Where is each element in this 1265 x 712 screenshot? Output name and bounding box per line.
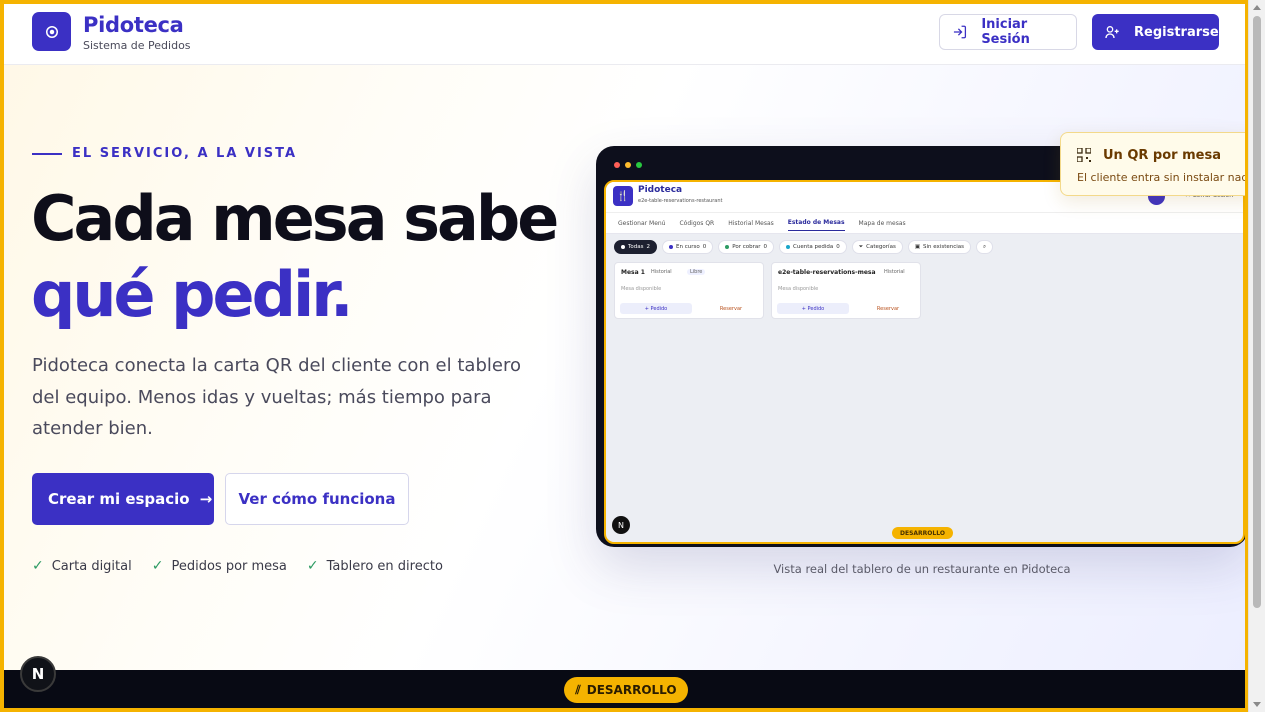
table-card-status: Mesa disponible: [621, 286, 662, 292]
next-dev-badge[interactable]: N: [20, 656, 56, 692]
filter-chip: En curso 0: [662, 240, 714, 254]
feature-list: ✓ Carta digital ✓ Pedidos por mesa ✓ Tabler…: [32, 558, 443, 574]
preview-tab: Historial Mesas: [728, 219, 774, 227]
feature-label: Tablero en directo: [326, 558, 443, 574]
filter-icon: ⏷: [858, 243, 864, 250]
table-card-status: Mesa disponible: [778, 286, 819, 292]
table-card-order: + Pedido: [620, 303, 692, 314]
preview-screen: 🍴 Pidoteca e2e-table-reservations-restau…: [604, 180, 1245, 544]
status-badge: Libre: [687, 269, 706, 275]
hero-lead: Pidoteca conecta la carta QR del cliente…: [32, 355, 521, 439]
table-card-title: Mesa 1: [621, 269, 645, 276]
qr-code-icon: [1077, 148, 1091, 162]
scroll-thumb[interactable]: [1253, 16, 1261, 608]
preview-tab: Códigos QR: [679, 219, 715, 227]
register-button[interactable]: Registrarse: [1092, 14, 1219, 50]
filter-chip: Cuenta pedida 0: [779, 240, 847, 254]
check-icon: ✓: [151, 558, 164, 574]
page-frame: Pidoteca Sistema de Pedidos Iniciar Sesi…: [0, 0, 1248, 712]
feature-item: ✓ Tablero en directo: [307, 558, 443, 574]
top-header: Pidoteca Sistema de Pedidos Iniciar Sesi…: [4, 4, 1245, 65]
table-card-history: Historial: [651, 269, 672, 275]
eyebrow-line: [32, 152, 62, 155]
feature-label: Pedidos por mesa: [171, 558, 287, 574]
eyebrow-text: EL SERVICIO, A LA VISTA: [72, 146, 298, 161]
stripes-icon: ⫽: [575, 682, 581, 697]
hero-title-line-2: qué pedir.: [31, 258, 354, 331]
login-button[interactable]: Iniciar Sesión: [939, 14, 1077, 50]
table-card: e2e-table-reservations-mesa Historial Me…: [771, 262, 921, 319]
preview-tabs: Gestionar Menú Códigos QR Historial Mesa…: [606, 212, 1243, 234]
preview-tab: Gestionar Menú: [618, 219, 666, 227]
page-scrollbar[interactable]: [1248, 0, 1265, 712]
login-icon: [953, 25, 967, 39]
table-card-reserve: Reservar: [876, 305, 900, 312]
add-user-icon: [1105, 26, 1119, 39]
login-label: Iniciar Sesión: [981, 17, 1030, 47]
table-card-history: Historial: [884, 269, 905, 275]
preview-dev-badge: DESARROLLO: [892, 527, 953, 539]
device-mockup: 🍴 Pidoteca e2e-table-reservations-restau…: [596, 146, 1245, 547]
green-dot-icon: [636, 162, 642, 168]
preview-tab-active: Estado de Mesas: [787, 215, 845, 231]
logo-icon[interactable]: [32, 12, 71, 51]
preview-n-badge: N: [612, 516, 630, 534]
cutlery-icon: 🍴: [613, 186, 633, 206]
filter-chip: Por cobrar 0: [718, 240, 775, 254]
filter-chip: ▣ Sin existencias: [907, 240, 972, 254]
table-card: Mesa 1 Historial Libre Mesa disponible +…: [614, 262, 764, 319]
preview-caption: Vista real del tablero de un restaurante…: [773, 562, 1071, 576]
preview-app-name: Pidoteca: [638, 185, 683, 195]
table-card-reserve: Reservar: [719, 305, 743, 312]
window-dots: [614, 162, 642, 168]
dev-badge-label: DESARROLLO: [586, 683, 677, 697]
qr-tooltip: Un QR por mesa El cliente entra sin inst…: [1060, 132, 1248, 196]
yellow-dot-icon: [625, 162, 631, 168]
red-dot-icon: [614, 162, 620, 168]
check-icon: ✓: [306, 558, 319, 574]
hero-eyebrow: EL SERVICIO, A LA VISTA: [32, 146, 297, 161]
filter-chip: ⏷ Categorías: [851, 240, 903, 254]
how-it-works-label: Ver cómo funciona: [238, 490, 396, 508]
create-space-button[interactable]: Crear mi espacio →: [32, 473, 214, 525]
feature-item: ✓ Carta digital: [32, 558, 132, 574]
dev-badge[interactable]: ⫽ DESARROLLO: [564, 677, 688, 703]
brand-subtitle: Sistema de Pedidos: [83, 39, 191, 52]
scroll-down-icon[interactable]: [1253, 702, 1261, 707]
qr-tooltip-desc: El cliente entra sin instalar nado.: [1077, 171, 1248, 184]
box-icon: ▣: [914, 244, 921, 250]
dev-bar: ⫽ DESARROLLO: [4, 670, 1245, 708]
feature-item: ✓ Pedidos por mesa: [152, 558, 287, 574]
feature-label: Carta digital: [51, 558, 132, 574]
preview-app-sub: e2e-table-reservations-restaurant: [638, 198, 723, 204]
brand-name[interactable]: Pidoteca: [83, 13, 184, 37]
qr-tooltip-title: Un QR por mesa: [1103, 148, 1221, 163]
table-card-title: e2e-table-reservations-mesa: [778, 269, 876, 276]
filter-chip: Todas 2: [614, 240, 658, 254]
preview-filters: Todas 2 En curso 0 Por cobrar 0 Cuenta pedi…: [614, 240, 994, 254]
arrow-right-icon: →: [199, 490, 213, 508]
register-label: Registrarse: [1134, 24, 1219, 40]
table-card-order: + Pedido: [777, 303, 849, 314]
preview-tab: Mapa de mesas: [858, 219, 906, 227]
check-icon: ✓: [32, 558, 44, 574]
scroll-up-icon[interactable]: [1253, 5, 1261, 10]
how-it-works-button[interactable]: Ver cómo funciona: [225, 473, 409, 525]
search-icon: ⌕: [976, 240, 994, 254]
create-space-label: Crear mi espacio: [48, 490, 190, 508]
hero-title-line-1: Cada mesa sabe: [31, 182, 559, 255]
